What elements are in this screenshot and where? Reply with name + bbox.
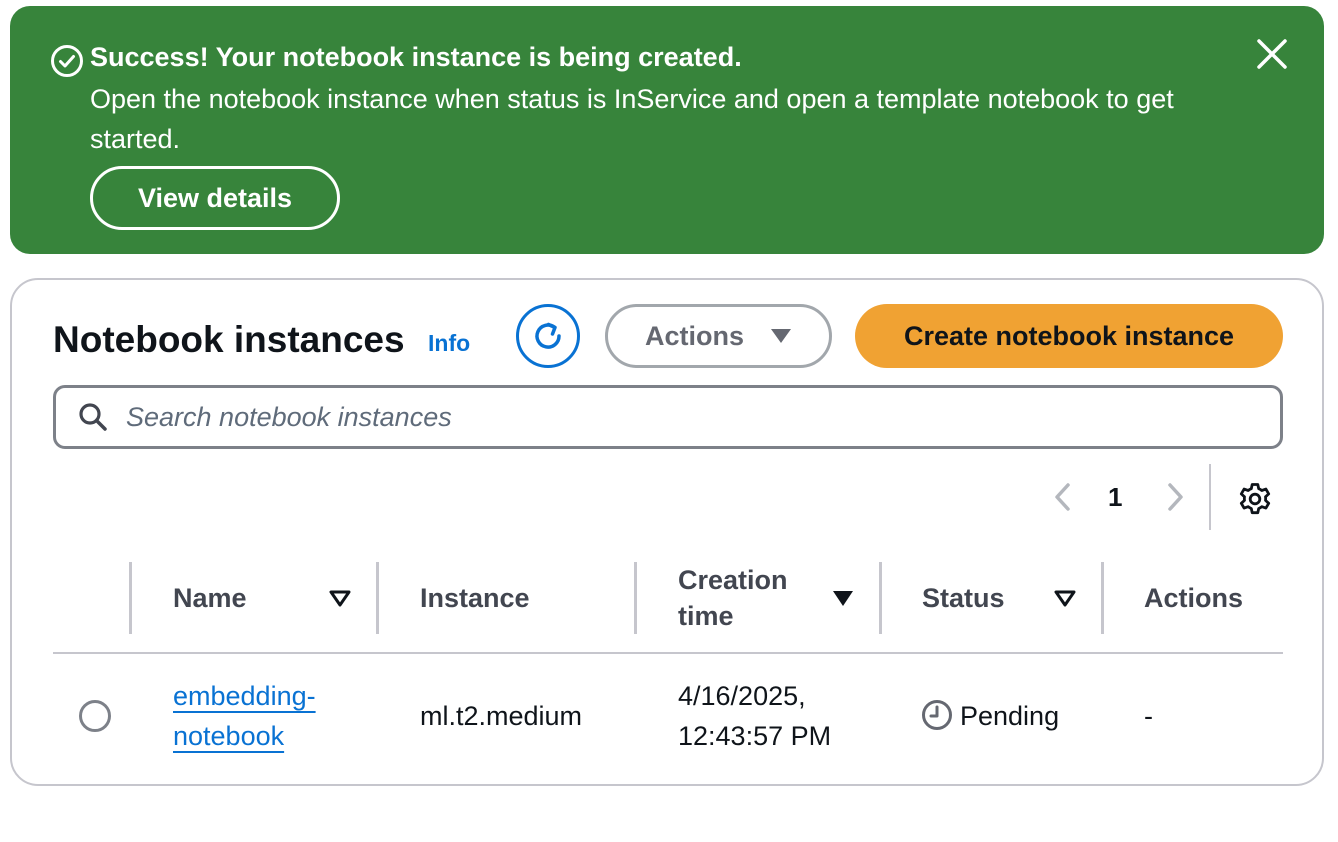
column-divider <box>879 562 882 634</box>
refresh-button[interactable] <box>516 304 580 368</box>
pagination-divider <box>1209 464 1211 530</box>
status-text: Pending <box>960 701 1060 731</box>
column-divider <box>1101 562 1104 634</box>
sort-unsorted-icon[interactable] <box>329 590 351 608</box>
gear-icon[interactable] <box>1238 482 1272 516</box>
success-flash-banner: Success! Your notebook instance is being… <box>10 6 1324 254</box>
row-select-radio[interactable] <box>79 700 111 732</box>
clock-icon <box>922 700 952 730</box>
instance-type: ml.t2.medium <box>420 701 583 731</box>
sort-unsorted-icon[interactable] <box>1054 590 1076 608</box>
creation-time: 4/16/2025, 12:43:57 PM <box>678 681 832 751</box>
flash-title: Success! Your notebook instance is being… <box>90 42 742 72</box>
row-actions: - <box>1144 701 1153 731</box>
search-input[interactable] <box>126 388 1266 446</box>
column-header-status[interactable]: Status <box>922 580 1005 616</box>
actions-dropdown-button[interactable]: Actions <box>605 304 832 368</box>
column-divider <box>129 562 132 634</box>
close-icon[interactable] <box>1254 36 1290 72</box>
create-notebook-instance-button[interactable]: Create notebook instance <box>855 304 1283 368</box>
refresh-icon <box>535 322 561 349</box>
page-title: Notebook instances <box>53 319 405 360</box>
search-field[interactable] <box>53 385 1283 449</box>
column-divider <box>634 562 637 634</box>
column-divider <box>376 562 379 634</box>
caret-down-icon <box>771 329 791 343</box>
check-circle-icon <box>51 45 83 77</box>
chevron-right-icon[interactable] <box>1162 481 1188 513</box>
notebook-instances-panel: Notebook instances Info Actions Create n… <box>10 278 1324 786</box>
chevron-left-icon[interactable] <box>1050 481 1076 513</box>
actions-label: Actions <box>644 320 744 351</box>
column-header-name[interactable]: Name <box>173 580 247 616</box>
column-header-creation-time[interactable]: Creation time <box>678 562 828 634</box>
column-header-instance[interactable]: Instance <box>420 580 530 616</box>
page-number[interactable]: 1 <box>1108 482 1122 513</box>
info-link[interactable]: Info <box>428 330 470 357</box>
search-icon <box>79 403 107 431</box>
notebook-name-link[interactable]: embedding-notebook <box>173 676 353 756</box>
column-header-actions: Actions <box>1144 583 1244 613</box>
flash-message: Open the notebook instance when status i… <box>90 84 1174 154</box>
sort-descending-icon[interactable] <box>832 590 854 608</box>
table-header-divider <box>53 652 1283 654</box>
view-details-button[interactable]: View details <box>90 166 340 230</box>
